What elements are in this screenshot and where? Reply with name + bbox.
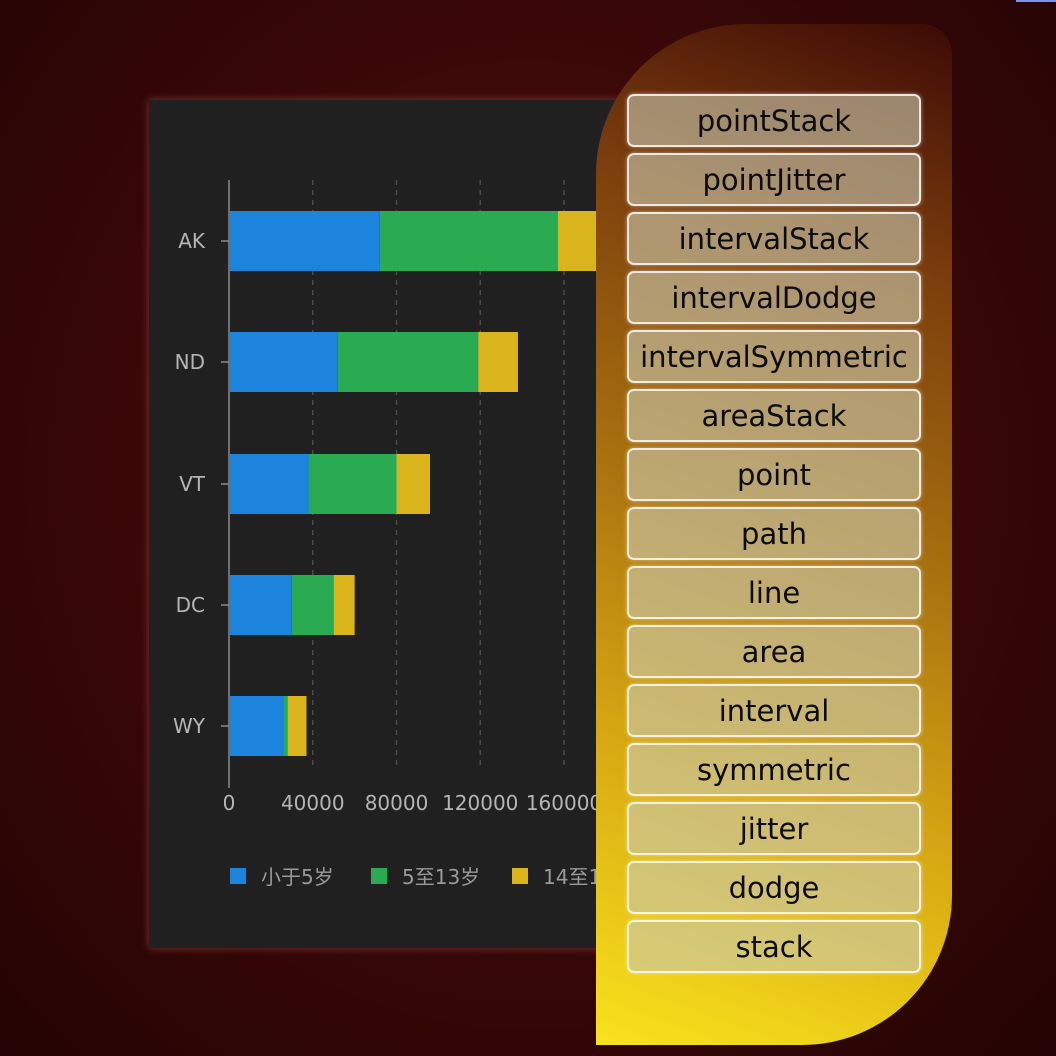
- legend-swatch: [230, 868, 246, 884]
- shape-button-jitter[interactable]: jitter: [627, 802, 921, 855]
- shape-button-pointstack[interactable]: pointStack: [627, 94, 921, 147]
- x-tick-label: 80000: [365, 791, 429, 815]
- shape-button-areastack[interactable]: areaStack: [627, 389, 921, 442]
- legend-label: 小于5岁: [261, 865, 334, 889]
- shape-button-line[interactable]: line: [627, 566, 921, 619]
- bar-segment: [283, 696, 288, 756]
- bar-segment: [478, 332, 518, 392]
- shape-button-intervaldodge[interactable]: intervalDodge: [627, 271, 921, 324]
- y-tick-label: AK: [178, 229, 206, 253]
- x-tick-label: 160000: [526, 791, 602, 815]
- shape-button-interval[interactable]: interval: [627, 684, 921, 737]
- x-tick-label: 40000: [281, 791, 345, 815]
- bar-segment: [229, 575, 292, 635]
- y-tick-label: WY: [173, 714, 206, 738]
- bar-segment: [308, 454, 397, 514]
- bar-segment: [291, 575, 334, 635]
- shape-button-path[interactable]: path: [627, 507, 921, 560]
- bar-segment: [337, 332, 479, 392]
- bar-segment: [379, 211, 558, 271]
- shape-button-pointjitter[interactable]: pointJitter: [627, 153, 921, 206]
- shape-button-point[interactable]: point: [627, 448, 921, 501]
- shape-button-intervalstack[interactable]: intervalStack: [627, 212, 921, 265]
- corner-accent: [1016, 0, 1056, 2]
- shape-button-area[interactable]: area: [627, 625, 921, 678]
- bar-segment: [229, 211, 380, 271]
- y-tick-label: DC: [176, 593, 205, 617]
- shape-button-symmetric[interactable]: symmetric: [627, 743, 921, 796]
- shape-button-list: pointStack pointJitter intervalStack interv…: [627, 94, 921, 979]
- bar-segment: [333, 575, 355, 635]
- y-tick-label: VT: [179, 472, 206, 496]
- x-tick-label: 120000: [442, 791, 518, 815]
- y-tick-label: ND: [175, 350, 205, 374]
- bar-segment: [229, 454, 309, 514]
- bar-segment: [229, 696, 284, 756]
- legend-label: 5至13岁: [402, 865, 480, 889]
- legend-swatch: [371, 868, 387, 884]
- bar-segment: [229, 332, 338, 392]
- x-tick-label: 0: [223, 791, 236, 815]
- bar-segment: [396, 454, 430, 514]
- shape-button-stack[interactable]: stack: [627, 920, 921, 973]
- shape-button-intervalsymmetric[interactable]: intervalSymmetric: [627, 330, 921, 383]
- shape-button-dodge[interactable]: dodge: [627, 861, 921, 914]
- legend-swatch: [512, 868, 528, 884]
- bar-segment: [287, 696, 307, 756]
